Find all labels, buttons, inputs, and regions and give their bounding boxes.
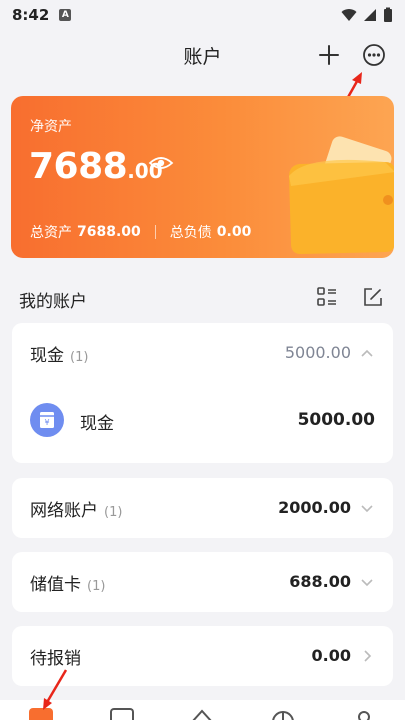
account-group-header[interactable]: 网络账户 (1) 2000.00 [12,478,393,538]
total-assets-label: 总资产 [30,225,72,241]
chevron-up-icon [361,349,373,357]
svg-text:¥: ¥ [44,418,49,427]
account-group-header[interactable]: 现金 (1) 5000.00 [12,323,393,383]
status-time: 8:42 [12,6,50,24]
account-group-name: 待报销 [30,644,81,669]
net-assets-summary: 总资产 7688.00 总负债 0.00 [30,222,251,242]
chevron-right-icon [364,650,372,662]
account-group-name: 网络账户 (1) [30,496,122,521]
account-group-count: (1) [70,350,89,365]
account-group-count: (1) [87,579,106,594]
wifi-icon [341,9,357,21]
wallet-illustration [289,136,394,254]
account-group-total: 0.00 [311,646,351,665]
notification-badge: A [59,9,72,21]
list-view-icon[interactable] [316,286,338,308]
account-group-name: 现金 (1) [30,341,88,366]
more-options-icon[interactable] [361,42,387,68]
account-name: 现金 [80,414,114,434]
account-item-cash[interactable]: ¥ 现金 5000.00 [12,393,393,457]
cash-account-icon: ¥ [30,403,64,437]
account-group-total: 5000.00 [284,343,351,362]
account-group-total: 688.00 [289,572,351,591]
account-group-label: 现金 [30,346,64,366]
account-group-cash: 现金 (1) 5000.00 ¥ 现金 5000.00 [12,323,393,463]
my-accounts-title: 我的账户 [19,292,87,312]
add-icon[interactable] [316,42,342,68]
account-group-online[interactable]: 网络账户 (1) 2000.00 [12,478,393,538]
account-group-total: 2000.00 [278,498,351,517]
net-assets-card[interactable]: 净资产 7688 .00 总资产 7688.00 总负债 0.00 [11,96,394,258]
account-group-count: (1) [104,505,123,520]
account-group-name: 储值卡 (1) [30,570,105,595]
tab-home-icon[interactable] [190,708,214,720]
net-assets-label: 净资产 [30,119,72,135]
battery-icon [384,7,392,22]
tab-stats-icon[interactable] [271,708,295,720]
net-assets-integer: 7688 [29,146,128,187]
total-assets-value: 7688.00 [77,224,141,240]
account-balance: 5000.00 [297,410,375,430]
page-title: 账户 [183,46,222,68]
account-group-label: 网络账户 [30,501,98,521]
summary-divider [154,225,156,239]
account-group-label: 待报销 [30,649,81,669]
tab-records-icon[interactable] [110,708,134,720]
total-liabilities-value: 0.00 [216,224,252,240]
chevron-down-icon [361,579,373,587]
account-group-header[interactable]: 储值卡 (1) 688.00 [12,552,393,612]
account-group-stored-value[interactable]: 储值卡 (1) 688.00 [12,552,393,612]
status-bar: 8:42 A [0,0,405,30]
signal-icon [364,9,376,21]
annotation-arrow-bottom [43,669,68,710]
my-accounts-header: 我的账户 [0,282,405,314]
edit-icon[interactable] [362,286,384,308]
account-group-label: 储值卡 [30,575,81,595]
tab-profile-icon[interactable] [352,708,376,720]
net-assets-amount: 7688 .00 [29,146,163,187]
chevron-down-icon [361,505,373,513]
total-liabilities-label: 总负债 [169,225,212,241]
eye-icon[interactable] [148,154,174,172]
